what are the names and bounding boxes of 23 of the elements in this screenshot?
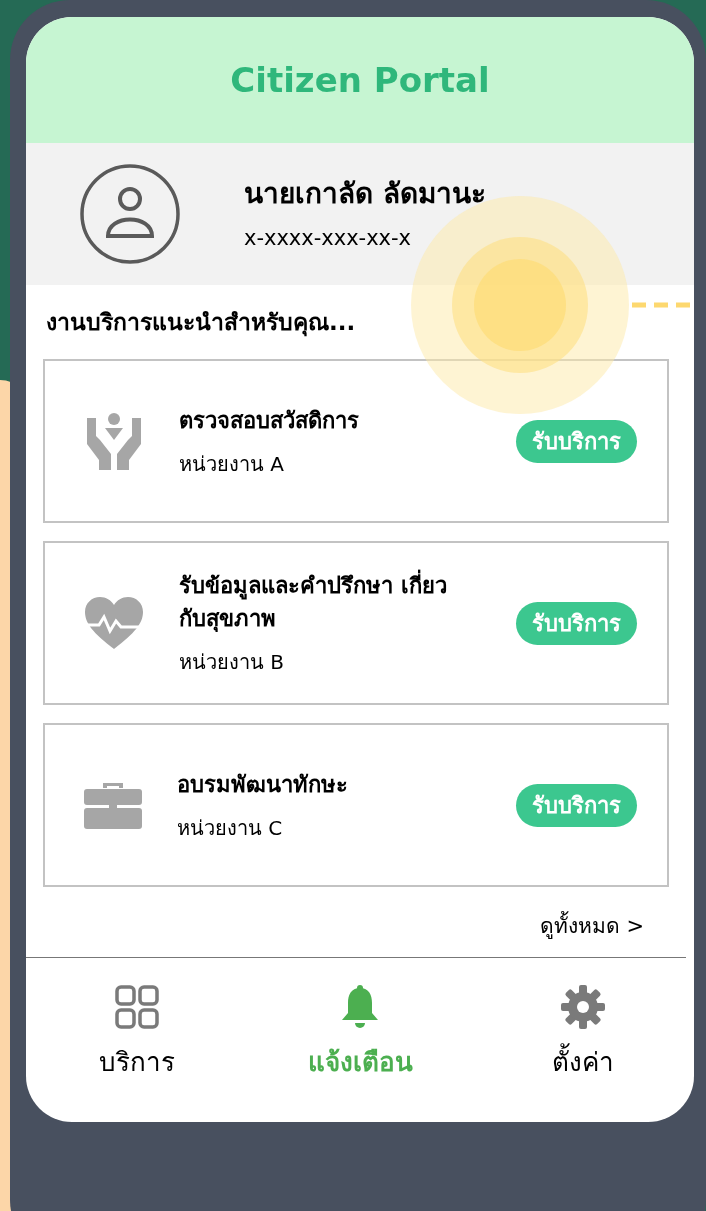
- bell-icon: [341, 984, 379, 1029]
- service-button[interactable]: รับบริการ: [516, 601, 637, 645]
- service-title: อบรมพัฒนาทักษะ: [177, 770, 349, 799]
- heart-pulse-icon: [83, 595, 145, 651]
- agency-name: หน่วยงาน C: [177, 814, 284, 842]
- settings-icon: [560, 984, 605, 1029]
- id-number: x-xxxx-xxx-xx-x: [244, 225, 412, 253]
- service-button[interactable]: รับบริการ: [516, 783, 637, 827]
- service-title: ตรวจสอบสวัสดิการ: [179, 406, 360, 435]
- nav-tab[interactable]: บริการ: [26, 983, 249, 1083]
- section-title: งานบริการแนะนำสำหรับคุณ...: [45, 308, 357, 339]
- nav-tab[interactable]: ตั้งค่า: [471, 983, 694, 1083]
- view-all-link[interactable]: ดูทั้งหมด >: [539, 911, 644, 943]
- agency-name: หน่วยงาน A: [179, 450, 286, 478]
- app-title: Citizen Portal: [230, 58, 490, 102]
- agency-name: หน่วยงาน B: [179, 649, 286, 676]
- service-button[interactable]: รับบริการ: [516, 419, 637, 463]
- briefcase-icon: [83, 780, 143, 830]
- nav-tab[interactable]: แจ้งเตือน: [248, 983, 472, 1083]
- service-title: รับข้อมูลและคำปรึกษา เกี่ยวกับสุขภาพ: [179, 569, 469, 635]
- avatar-icon: [80, 164, 180, 264]
- grid-icon: [115, 984, 160, 1029]
- user-name: นายเกาลัด ลัดมานะ: [244, 176, 486, 213]
